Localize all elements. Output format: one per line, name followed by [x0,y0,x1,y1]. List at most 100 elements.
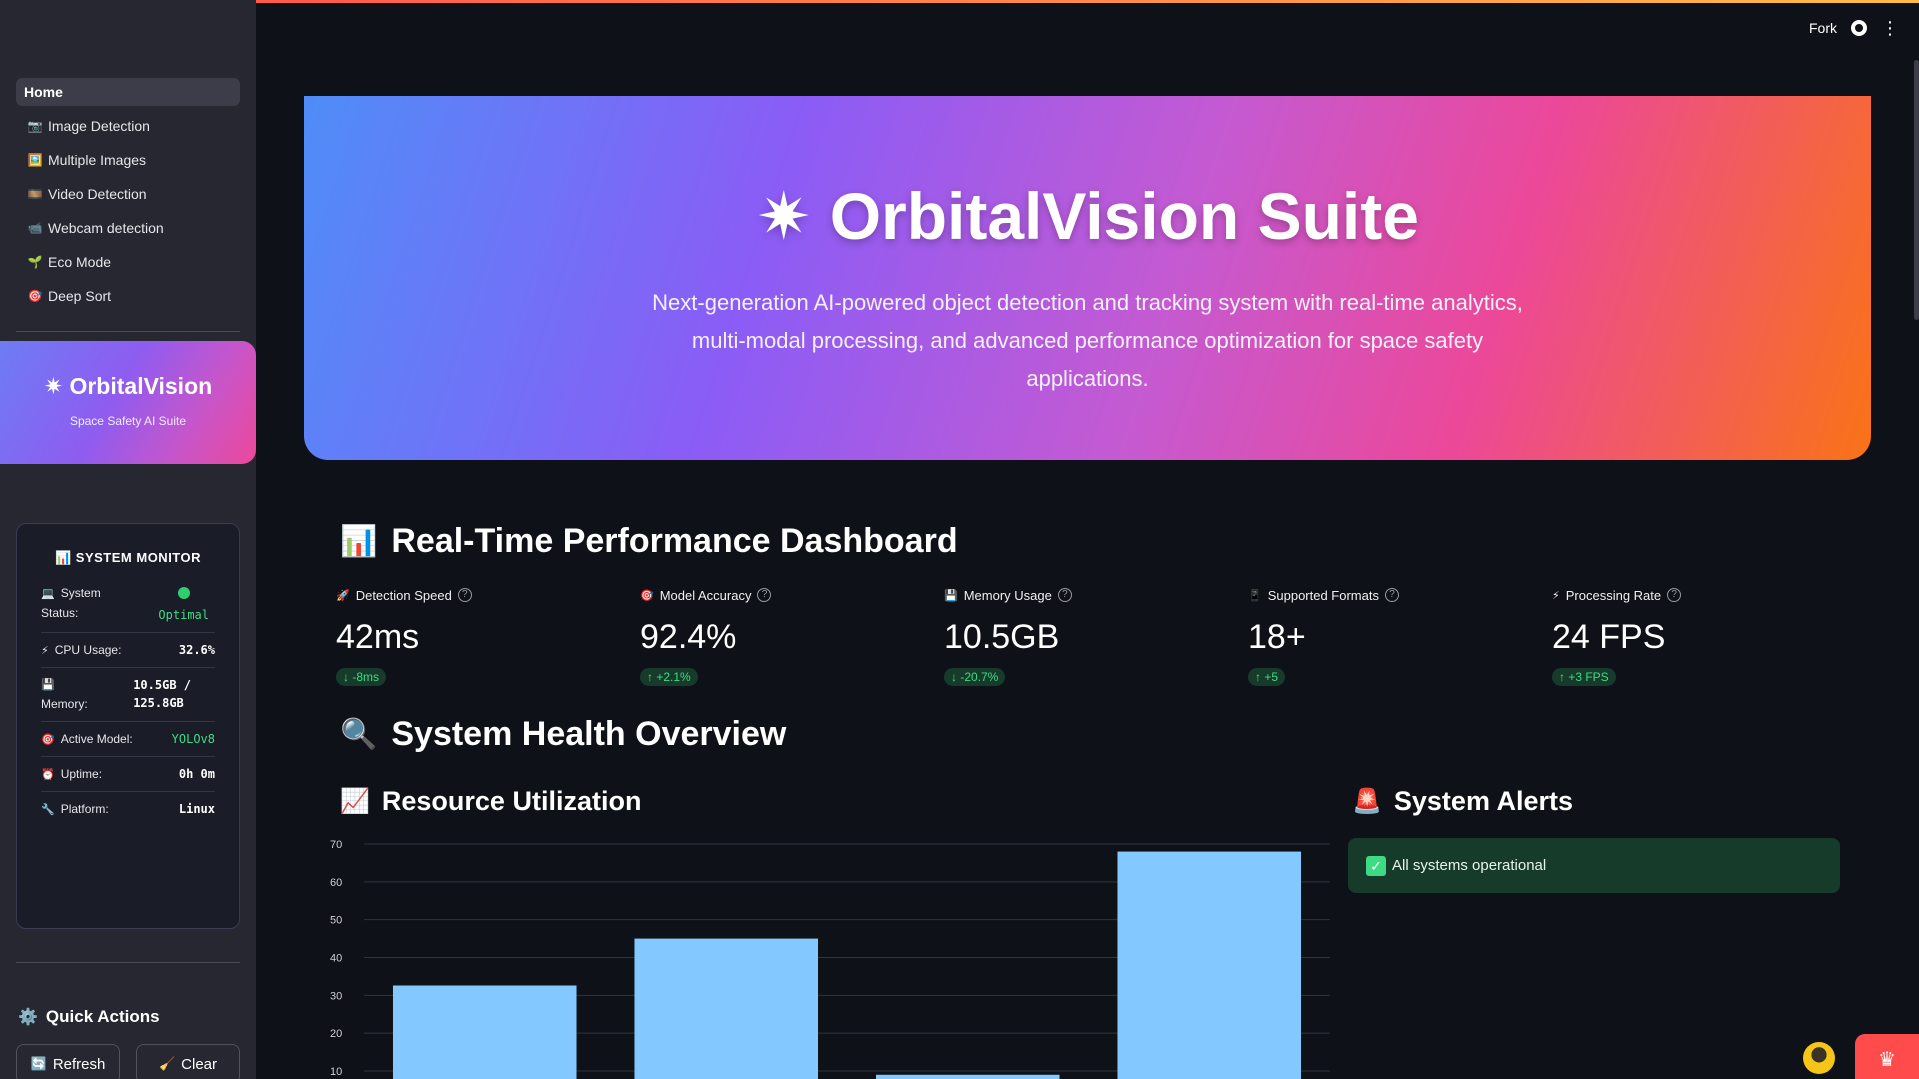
chart-y-tick-label: 20 [330,1028,342,1040]
platform-value: Linux [178,802,215,816]
main-scrollbar[interactable] [1914,60,1919,320]
top-accent-line [0,0,1919,3]
sidebar-item-video-detection[interactable]: 🎞️ Video Detection [16,180,240,208]
sidebar-item-multiple-images[interactable]: 🖼️ Multiple Images [16,146,240,174]
hero-description: Next-generation AI-powered object detect… [652,290,1523,391]
chart-bar[interactable] [1117,851,1302,1079]
header-toolbar: Fork ⋮ [1809,19,1899,37]
seedling-icon: 🌱 [27,255,43,269]
sidebar-item-label: Multiple Images [48,152,147,168]
wrench-icon: 🔧 [41,803,55,816]
sidebar: Home 📷 Image Detection 🖼️ Multiple Image… [0,0,256,1079]
target-icon: 🎯 [41,733,55,746]
gear-icon: ⚙️ [18,1009,38,1026]
sidebar-item-label: Home [24,84,63,100]
metric-memory-usage: 💾 Memory Usage? 10.5GB ↓ -20.7% [944,586,1248,686]
sidebar-item-webcam-detection[interactable]: 📹 Webcam detection [16,214,240,242]
chart-y-tick-label: 10 [330,1066,342,1078]
sidebar-item-label: Image Detection [48,118,150,134]
sidebar-divider [16,331,240,332]
chart-bar[interactable] [392,985,577,1079]
sidebar-item-deep-sort[interactable]: 🎯 Deep Sort [16,282,240,310]
memory-value-total: 125.8GB [133,696,184,710]
fork-link[interactable]: Fork [1809,20,1837,36]
floppy-disk-icon: 💾 [41,679,55,691]
memory-value-used: 10.5GB / [133,678,191,692]
chart-bar[interactable] [634,938,819,1079]
uptime-value: 0h 0m [178,767,215,781]
chart-y-tick-label: 30 [330,990,342,1002]
check-icon: ✓ [1366,855,1386,876]
clock-icon: ⏰ [41,768,55,781]
status-value: Optimal [158,608,209,622]
metric-supported-formats: 📱 Supported Formats? 18+ ↑ +5 [1248,586,1552,686]
picture-icon: 🖼️ [27,153,43,167]
line-chart-icon: 📈 [340,788,370,815]
sidebar-item-image-detection[interactable]: 📷 Image Detection [16,112,240,140]
chart-icon: 📊 [54,550,72,565]
system-status-row: 💻 System Status: Optimal [41,586,209,622]
computer-icon: 💻 [41,587,55,600]
avatar[interactable] [1803,1042,1835,1074]
uptime-row: ⏰ Uptime: 0h 0m [41,767,215,781]
cpu-usage-value: 32.6% [178,643,215,657]
lightning-icon: ⚡ [1552,589,1560,602]
metric-processing-rate: ⚡ Processing Rate? 24 FPS ↑ +3 FPS [1552,586,1856,686]
sidebar-item-label: Video Detection [48,186,147,202]
mobile-icon: 📱 [1248,589,1262,602]
help-icon[interactable]: ? [457,588,472,602]
metric-delta: ↓ -20.7% [944,668,1006,686]
clear-button[interactable]: 🧹 Clear [136,1044,240,1079]
active-model-row: 🎯 Active Model: YOLOv8 [41,732,215,746]
film-icon: 🎞️ [27,187,43,201]
refresh-icon: 🔄 [30,1056,47,1071]
crown-icon[interactable]: ♛ [1855,1034,1919,1079]
help-icon[interactable]: ? [757,588,772,602]
kebab-menu-icon[interactable]: ⋮ [1881,19,1899,37]
chart-y-tick-label: 70 [330,839,342,851]
active-model-value: YOLOv8 [171,732,215,746]
floppy-disk-icon: 💾 [944,589,958,602]
resource-utilization-chart: 10 20 30 40 50 60 70 [330,839,1330,1079]
metric-value: 92.4% [640,618,737,656]
camera-icon: 📷 [27,119,43,133]
quick-actions-title: ⚙️ Quick Actions [18,1007,160,1026]
github-icon[interactable] [1851,20,1867,36]
bar-chart-icon: 📊 [340,525,378,558]
metric-value: 18+ [1248,618,1306,656]
health-title: 🔍 System Health Overview [340,715,787,753]
help-icon[interactable]: ? [1384,588,1399,602]
alert-success: ✓ All systems operational [1348,838,1840,893]
magnifier-icon: 🔍 [340,718,378,751]
broom-icon: 🧹 [158,1056,176,1071]
brand-title: ✷ OrbitalVision [43,373,213,399]
metric-model-accuracy: 🎯 Model Accuracy? 92.4% ↑ +2.1% [640,586,944,686]
metric-value: 42ms [336,618,420,656]
siren-icon: 🚨 [1352,788,1382,815]
chart-bar[interactable] [875,1074,1060,1079]
video-camera-icon: 📹 [27,221,43,235]
memory-row: 💾 Memory: 10.5GB / 125.8GB [41,678,191,711]
brand-subtitle: Space Safety AI Suite [69,414,187,428]
chart-y-tick-label: 40 [330,953,342,965]
help-icon[interactable]: ? [1057,588,1072,602]
sidebar-item-label: Eco Mode [48,254,112,270]
metrics-row: 🚀 Detection Speed? 42ms ↓ -8ms 🎯 Model Acc… [336,586,1866,686]
sidebar-item-label: Deep Sort [48,288,112,304]
system-monitor-card: 📊 SYSTEM MONITOR 💻 System Status: Optimal… [16,523,240,929]
metric-delta: ↑ +5 [1248,668,1286,686]
platform-row: 🔧 Platform: Linux [41,802,215,816]
metric-detection-speed: 🚀 Detection Speed? 42ms ↓ -8ms [336,586,640,686]
sidebar-item-home[interactable]: Home [16,78,240,106]
help-icon[interactable]: ? [1667,588,1682,602]
rocket-icon: 🚀 [336,589,350,602]
sidebar-item-eco-mode[interactable]: 🌱 Eco Mode [16,248,240,276]
hero-banner: ✷ OrbitalVision Suite Next-generation AI… [304,96,1871,460]
sidebar-item-label: Webcam detection [48,220,164,236]
target-icon: 🎯 [640,589,654,602]
sidebar-divider [16,962,240,963]
refresh-button[interactable]: 🔄 Refresh [16,1044,120,1079]
chart-y-tick-label: 60 [330,877,342,889]
cpu-usage-row: ⚡ CPU Usage: 32.6% [41,643,215,657]
system-alerts-title: 🚨 System Alerts [1352,786,1573,816]
